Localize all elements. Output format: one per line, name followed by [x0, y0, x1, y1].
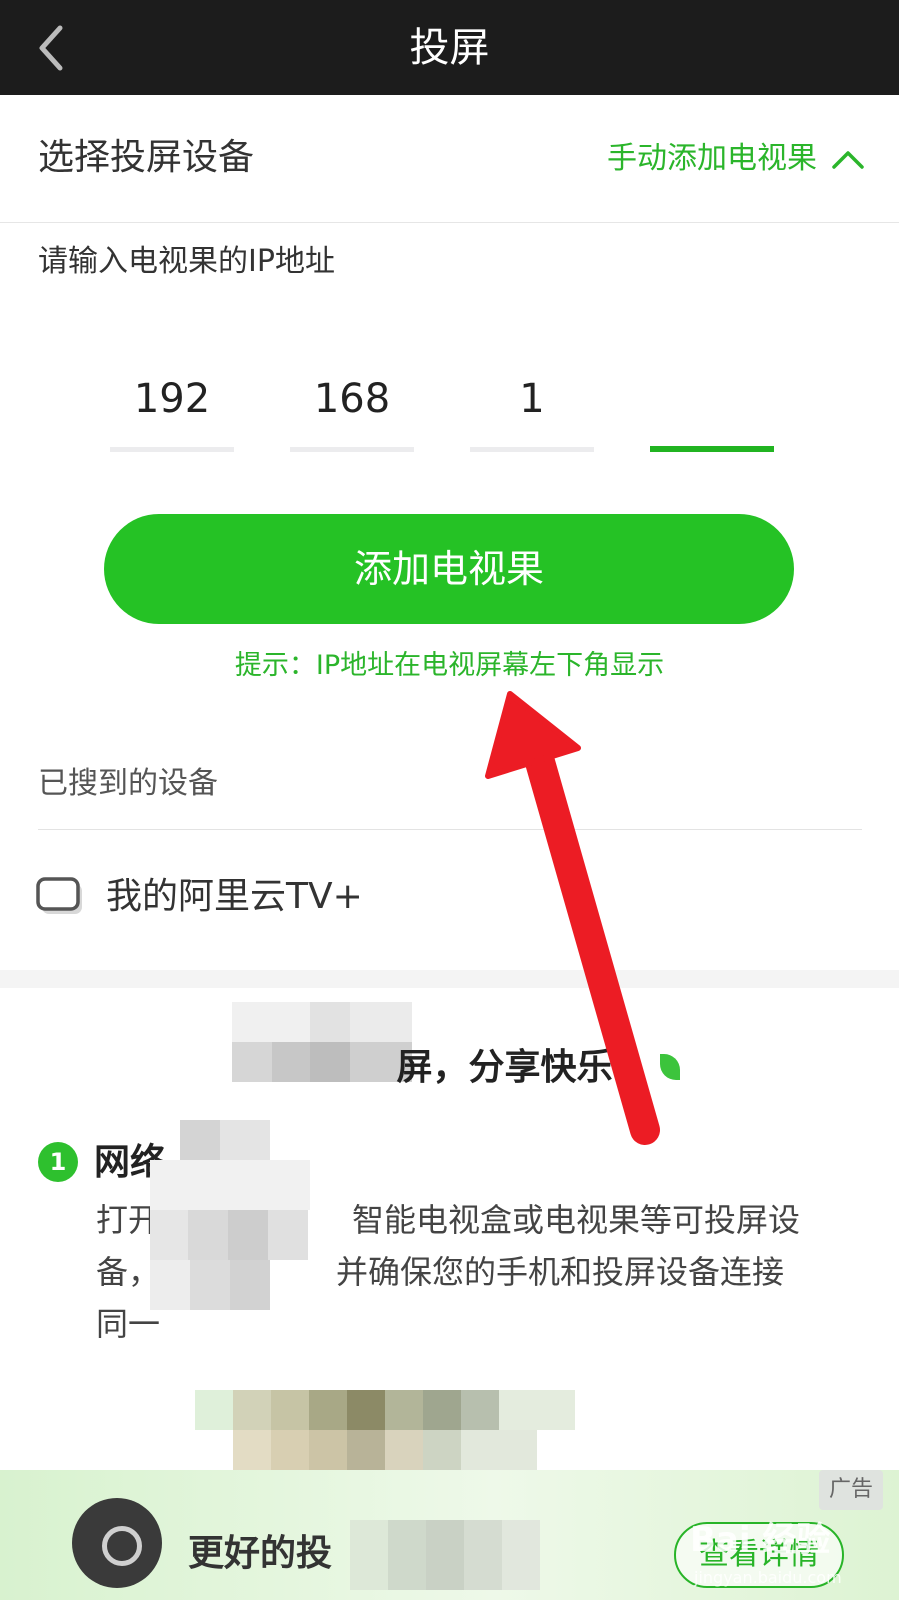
step-number-badge: 1	[38, 1142, 78, 1182]
section-gap	[0, 970, 899, 988]
guide-title: 屏，分享快乐	[396, 1047, 613, 1088]
baidu-watermark-url: jingyan.baidu.com	[694, 1568, 842, 1587]
manual-add-toggle[interactable]: 手动添加电视果	[607, 137, 865, 181]
manual-add-label: 手动添加电视果	[607, 141, 817, 176]
ip-octet-3-input[interactable]: 1	[470, 366, 594, 452]
ip-octet-1-value: 192	[133, 376, 211, 422]
ip-octet-2-underline	[290, 447, 414, 452]
ip-octet-2-value: 168	[313, 376, 391, 422]
ip-octet-4-underline	[650, 446, 774, 452]
ip-tip-text: 提示：IP地址在电视屏幕左下角显示	[234, 650, 665, 681]
mosaic-blur-promo	[350, 1520, 580, 1590]
top-bar: 投屏	[0, 0, 899, 95]
baidu-watermark: Bai 经验	[690, 1520, 831, 1560]
ip-octet-2-input[interactable]: 168	[290, 366, 414, 452]
device-name: 我的阿里云TV+	[106, 876, 363, 917]
section-title: 选择投屏设备	[38, 137, 255, 178]
page-title: 投屏	[409, 25, 490, 71]
mosaic-blur-step	[150, 1120, 340, 1310]
ip-octet-4-input[interactable]	[650, 366, 774, 452]
promo-app-icon	[72, 1498, 162, 1588]
promo-text: 更好的投	[188, 1533, 333, 1574]
mosaic-blur-image	[195, 1350, 575, 1490]
ip-prompt-label: 请输入电视果的IP地址	[38, 244, 335, 279]
found-devices-label: 已搜到的设备	[38, 766, 218, 801]
add-tv-button[interactable]: 添加电视果	[104, 514, 794, 624]
divider	[38, 829, 862, 830]
tv-device-icon	[36, 877, 82, 914]
ip-octet-1-input[interactable]: 192	[110, 366, 234, 452]
ad-tag: 广告	[819, 1470, 883, 1510]
device-list-item[interactable]: 我的阿里云TV+	[36, 872, 363, 922]
device-select-header: 选择投屏设备 手动添加电视果	[0, 95, 899, 223]
chevron-up-icon	[832, 151, 864, 169]
ip-octet-1-underline	[110, 447, 234, 452]
ip-octet-3-value: 1	[519, 376, 545, 422]
ip-octet-3-underline	[470, 447, 594, 452]
